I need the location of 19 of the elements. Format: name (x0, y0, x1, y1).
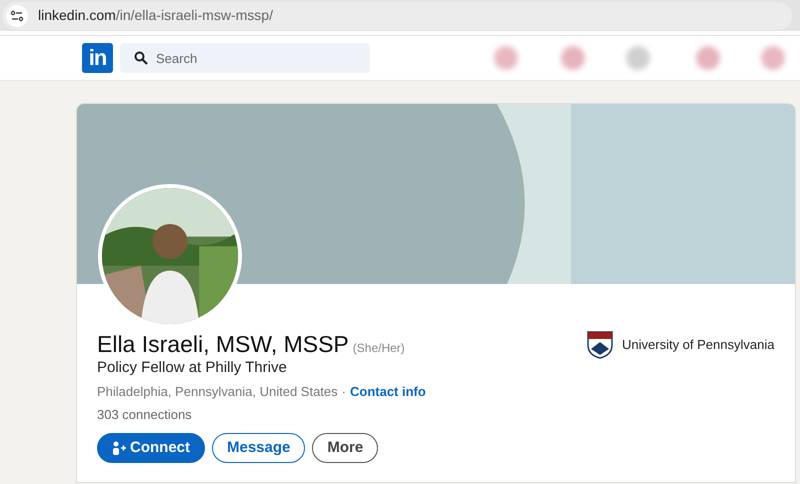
search-field[interactable]: Search (120, 43, 370, 73)
address-bar[interactable]: linkedin.com/in/ella-israeli-msw-mssp/ (2, 2, 792, 30)
add-person-icon (112, 441, 126, 455)
profile-name: Ella Israeli, MSW, MSSP (97, 330, 349, 358)
linkedin-logo[interactable]: in (82, 43, 113, 73)
connections-count: 303 connections (97, 406, 193, 424)
search-icon (134, 51, 148, 65)
separator-dot: · (342, 383, 346, 401)
url-text: linkedin.com/in/ella-israeli-msw-mssp/ (38, 6, 273, 25)
contact-info-link[interactable]: Contact info (350, 383, 426, 401)
education-text: University of Pennsylvania (622, 336, 774, 354)
profile-action-button[interactable]: More (312, 433, 378, 463)
pronouns: (She/Her) (352, 340, 405, 357)
location-text: Philadelphia, Pennsylvania, United States (97, 383, 338, 401)
shield-icon (587, 331, 613, 359)
profile-action-button[interactable]: Connect (97, 433, 205, 463)
profile-action-button[interactable]: Message (212, 433, 306, 463)
profile-headline: Policy Fellow at Philly Thrive (97, 358, 288, 378)
site-settings-icon[interactable] (6, 4, 28, 26)
